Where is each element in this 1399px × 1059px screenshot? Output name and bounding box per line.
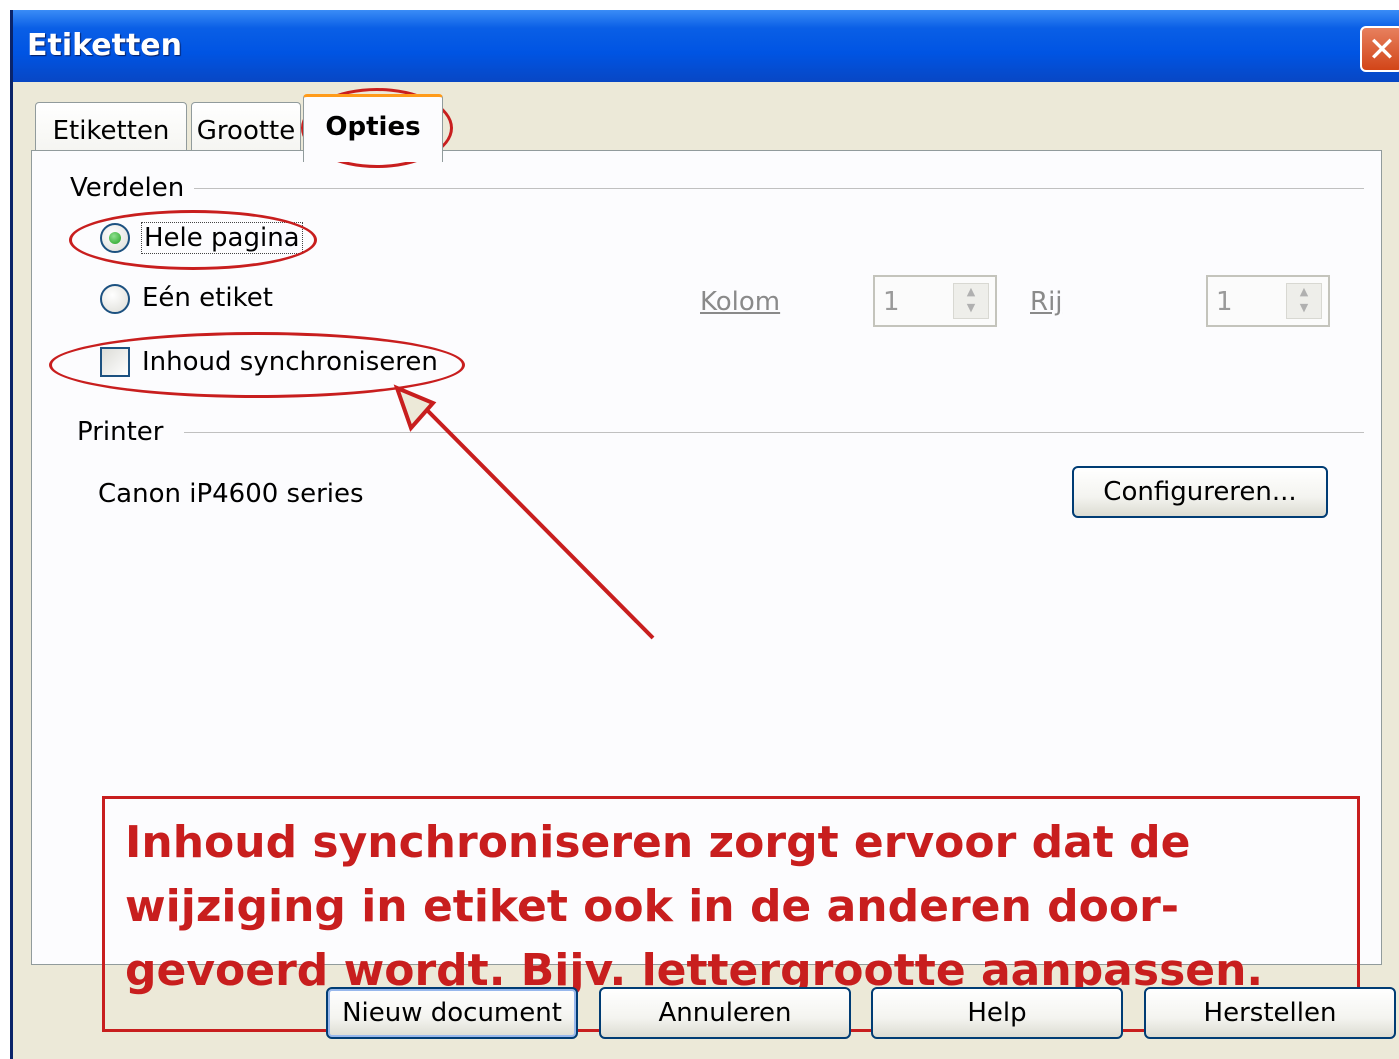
sync-checkbox[interactable] (100, 347, 130, 377)
spin-arrows-icon[interactable]: ▲ ▼ (953, 283, 989, 319)
radio-hele-pagina-label[interactable]: Hele pagina (141, 222, 303, 254)
printer-heading: Printer (77, 417, 164, 447)
verdelen-heading: Verdelen (70, 173, 185, 203)
cancel-button[interactable]: Annuleren (599, 987, 851, 1039)
kolom-stepper[interactable]: 1 ▲ ▼ (873, 275, 997, 327)
options-panel: Verdelen Hele pagina Eén etiket Kolom 1 … (31, 150, 1382, 1032)
window-title: Etiketten (27, 28, 182, 63)
close-icon[interactable]: ✕ (1360, 26, 1399, 72)
configure-button[interactable]: Configureren... (1072, 466, 1328, 518)
radio-selected-dot (109, 232, 121, 244)
annotation-text: Inhoud synchroniseren zorgt ervoor dat d… (125, 817, 1264, 996)
radio-een-etiket[interactable] (100, 284, 130, 314)
sync-label[interactable]: Inhoud synchroniseren (142, 347, 438, 377)
radio-hele-pagina[interactable] (100, 223, 130, 253)
rij-stepper[interactable]: 1 ▲ ▼ (1206, 275, 1330, 327)
printer-separator (184, 432, 1364, 433)
kolom-label: Kolom (700, 287, 781, 317)
title-bar[interactable]: Etiketten ✕ (13, 10, 1399, 82)
help-button[interactable]: Help (871, 987, 1123, 1039)
spin-arrows-icon[interactable]: ▲ ▼ (1286, 283, 1322, 319)
tab-opties[interactable]: Opties (303, 94, 443, 162)
verdelen-separator (194, 188, 1364, 189)
labels-dialog: Etiketten ✕ Etiketten Grootte Opties Ver… (10, 10, 1399, 1059)
reset-button[interactable]: Herstellen (1144, 987, 1396, 1039)
printer-name: Canon iP4600 series (98, 479, 364, 509)
rij-label: Rij (1030, 287, 1063, 317)
kolom-value: 1 (883, 287, 900, 317)
rij-value: 1 (1216, 287, 1233, 317)
new-document-button[interactable]: Nieuw document (326, 987, 578, 1039)
radio-een-etiket-label[interactable]: Eén etiket (142, 283, 273, 313)
